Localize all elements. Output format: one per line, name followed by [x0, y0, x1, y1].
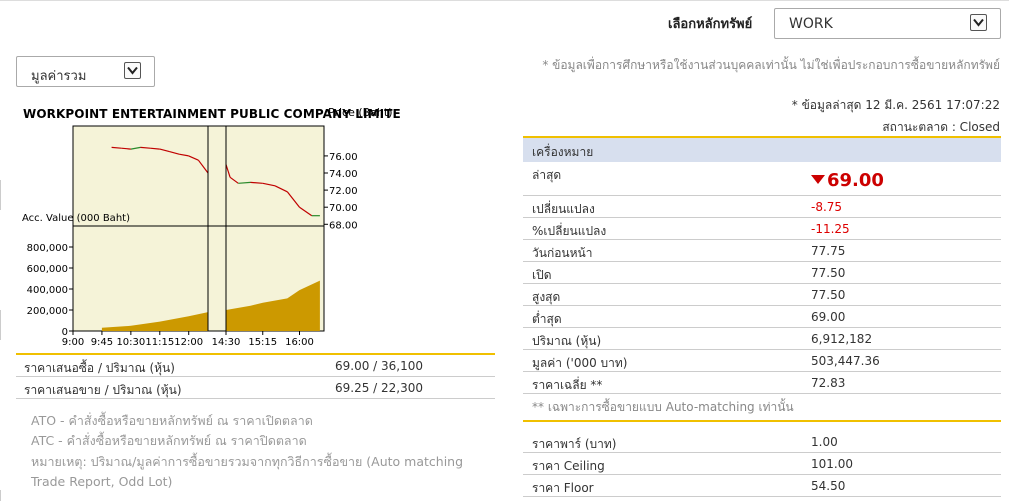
quote-table: เครื่องหมาย ล่าสุด 69.00 เปลี่ยนแปลง -8.…: [523, 136, 1001, 497]
change-row: เปลี่ยนแปลง -8.75: [523, 196, 1001, 218]
time-axis-tick-label: 10:30: [116, 337, 145, 348]
price-axis-tick-label: 76.00: [329, 152, 358, 163]
last-price-row: ล่าสุด 69.00: [523, 162, 1001, 196]
time-axis-tick-label: 15:15: [248, 337, 277, 348]
value-axis-label: Acc. Value (000 Baht): [22, 213, 130, 224]
value-axis-tick-label: 200,000: [27, 306, 68, 317]
low-row: ต่ำสุด 69.00: [523, 306, 1001, 328]
volume-remark: หมายเหตุ: ปริมาณ/มูลค่าการซื้อขายรวมจากท…: [31, 454, 464, 489]
volume-value: 6,912,182: [811, 332, 873, 346]
open-label: เปิด: [532, 268, 552, 282]
down-arrow-icon: [811, 175, 825, 184]
symbol-select-label: เลือกหลักทรัพย์: [668, 17, 753, 32]
price-line-segment: [111, 146, 122, 149]
ato-note: ATO - คำสั่งซื้อหรือขายหลักทรัพย์ ณ ราคา…: [31, 413, 313, 428]
chevron-down-icon[interactable]: [124, 62, 141, 79]
quote-table-header: เครื่องหมาย: [523, 136, 1001, 162]
prev-close-row: วันก่อนหน้า 77.75: [523, 240, 1001, 262]
value-label: มูลค่า ('000 บาท): [532, 356, 628, 370]
ceiling-label: ราคา Ceiling: [532, 459, 605, 473]
price-axis-tick-label: 70.00: [329, 203, 358, 214]
chart-mode-select[interactable]: มูลค่ารวม: [16, 56, 155, 87]
price-panel: [72, 125, 325, 227]
disclaimer-note: * ข้อมูลเพื่อการศึกษาหรือใช้งานส่วนบุคคล…: [542, 58, 1000, 72]
prev-close-label: วันก่อนหน้า: [532, 246, 593, 260]
low-label: ต่ำสุด: [532, 312, 562, 326]
time-axis-tick-label: 11:15: [145, 337, 174, 348]
price-line-segment: [140, 146, 151, 149]
avg-price-label: ราคาเฉลี่ย **: [532, 378, 603, 392]
price-value-chart: 76.0074.0072.0070.0068.00 0200,000400,00…: [22, 125, 358, 348]
par-label: ราคาพาร์ (บาท): [532, 437, 617, 451]
avg-price-value: 72.83: [811, 376, 846, 390]
low-value: 69.00: [811, 310, 846, 324]
last-label: ล่าสุด: [532, 168, 562, 182]
change-value: -8.75: [811, 200, 843, 214]
ceiling-row: ราคา Ceiling 101.00: [523, 453, 1001, 475]
ask-label: ราคาเสนอขาย / ปริมาณ (หุ้น): [24, 383, 182, 397]
ceiling-value: 101.00: [811, 457, 853, 471]
value-row: มูลค่า ('000 บาท) 503,447.36: [523, 350, 1001, 372]
open-value: 77.50: [811, 266, 846, 280]
high-label: สูงสุด: [532, 290, 561, 304]
pct-change-value: -11.25: [811, 222, 850, 236]
ask-value: 69.25 / 22,300: [335, 381, 424, 395]
high-value: 77.50: [811, 288, 846, 302]
symbol-select-value: WORK: [789, 16, 833, 32]
auto-matching-note: ** เฉพาะการซื้อขายแบบ Auto-matching เท่า…: [532, 400, 794, 414]
price-axis-tick-label: 72.00: [329, 186, 358, 197]
time-axis-tick-label: 12:00: [174, 337, 203, 348]
time-axis-tick-label: 14:30: [212, 337, 241, 348]
top-divider: [0, 0, 1009, 1]
market-status: สถานะตลาด : Closed: [882, 120, 1000, 134]
bid-ask-table: ราคาเสนอซื้อ / ปริมาณ (หุ้น) 69.00 / 36,…: [16, 353, 495, 399]
floor-row: ราคา Floor 54.50: [523, 475, 1001, 497]
value-axis-tick-label: 400,000: [27, 285, 68, 296]
bid-row: ราคาเสนอซื้อ / ปริมาณ (หุ้น) 69.00 / 36,…: [16, 355, 495, 377]
volume-row: ปริมาณ (หุ้น) 6,912,182: [523, 328, 1001, 350]
last-updated: * ข้อมูลล่าสุด 12 มี.ค. 2561 17:07:22: [791, 98, 1000, 112]
change-label: เปลี่ยนแปลง: [532, 202, 595, 216]
bid-value: 69.00 / 36,100: [335, 359, 424, 373]
auto-matching-note-row: ** เฉพาะการซื้อขายแบบ Auto-matching เท่า…: [523, 394, 1001, 422]
value-value: 503,447.36: [811, 354, 880, 368]
high-row: สูงสุด 77.50: [523, 284, 1001, 306]
symbol-select[interactable]: WORK: [774, 8, 1001, 39]
pct-change-row: %เปลี่ยนแปลง -11.25: [523, 218, 1001, 240]
par-value: 1.00: [811, 435, 838, 449]
symbol-header-label: เครื่องหมาย: [532, 145, 594, 159]
time-axis-tick-label: 9:00: [62, 337, 84, 348]
price-axis-label: Price (Baht): [328, 106, 393, 119]
last-price-value: 69.00: [827, 170, 884, 191]
avg-price-row: ราคาเฉลี่ย ** 72.83: [523, 372, 1001, 394]
value-axis-tick-label: 800,000: [27, 243, 68, 254]
chart-mode-value: มูลค่ารวม: [31, 69, 87, 84]
pct-change-label: %เปลี่ยนแปลง: [532, 224, 607, 238]
left-edge-mark: [0, 490, 1, 501]
atc-note: ATC - คำสั่งซื้อหรือขายหลักทรัพย์ ณ ราคา…: [31, 433, 307, 448]
value-axis-tick-label: 600,000: [27, 264, 68, 275]
prev-close-value: 77.75: [811, 244, 846, 258]
last-price: 69.00: [811, 170, 884, 191]
chevron-down-icon[interactable]: [970, 14, 987, 31]
price-axis-tick-label: 74.00: [329, 169, 358, 180]
price-axis-tick-label: 68.00: [329, 220, 358, 231]
floor-value: 54.50: [811, 479, 846, 493]
open-row: เปิด 77.50: [523, 262, 1001, 284]
bid-label: ราคาเสนอซื้อ / ปริมาณ (หุ้น): [24, 361, 175, 375]
par-row: ราคาพาร์ (บาท) 1.00: [523, 431, 1001, 453]
time-axis-tick-label: 16:00: [285, 337, 314, 348]
time-axis-tick-label: 9:45: [91, 337, 113, 348]
ask-row: ราคาเสนอขาย / ปริมาณ (หุ้น) 69.25 / 22,3…: [16, 377, 495, 399]
floor-label: ราคา Floor: [532, 481, 594, 495]
volume-label: ปริมาณ (หุ้น): [532, 334, 602, 348]
